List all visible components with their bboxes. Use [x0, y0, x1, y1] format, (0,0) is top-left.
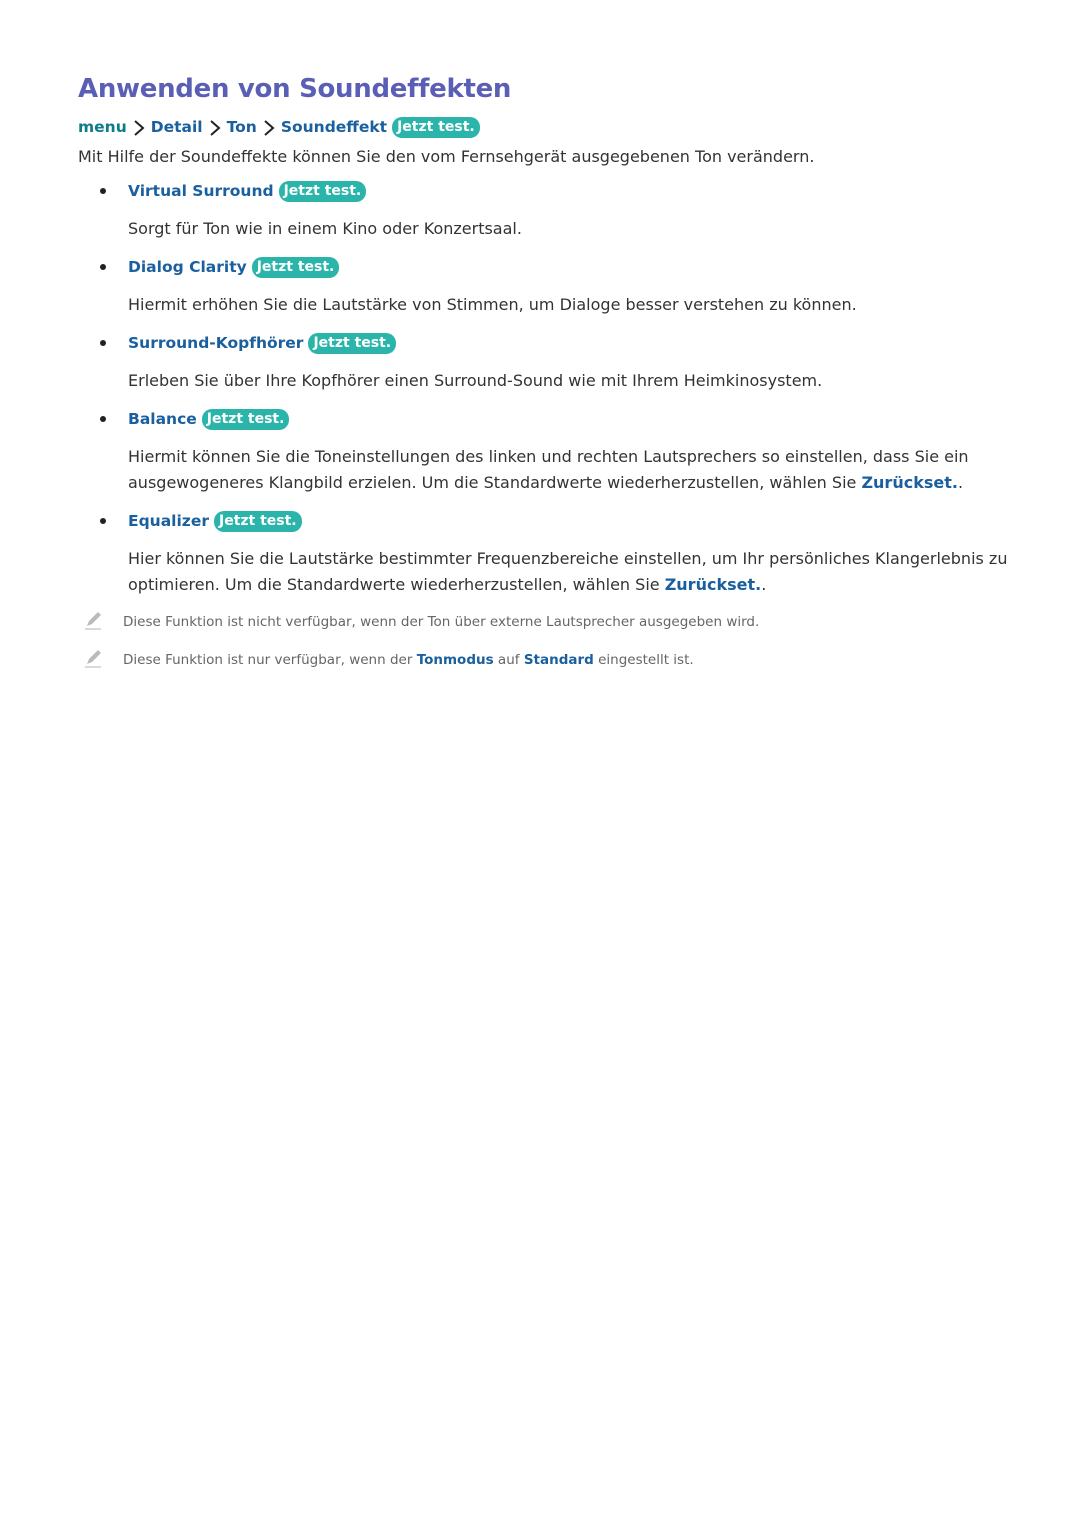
standard-link[interactable]: Standard — [524, 652, 594, 668]
note-text: Diese Funktion ist nicht verfügbar, wenn… — [123, 614, 760, 630]
chevron-right-icon — [133, 119, 145, 136]
list-item: Surround-Kopfhörer Jetzt test. Erleben Si… — [78, 332, 1008, 394]
try-now-button[interactable]: Jetzt test. — [308, 332, 397, 354]
item-title[interactable]: Balance — [128, 408, 197, 430]
try-now-button[interactable]: Jetzt test. — [251, 256, 340, 278]
note: Diese Funktion ist nicht verfügbar, wenn… — [78, 612, 1008, 632]
bullet-icon — [100, 188, 106, 194]
tonmodus-link[interactable]: Tonmodus — [417, 652, 494, 668]
note-text: Diese Funktion ist nur verfügbar, wenn d… — [123, 652, 417, 668]
breadcrumb-menu[interactable]: menu — [78, 116, 127, 138]
try-now-button[interactable]: Jetzt test. — [213, 510, 302, 532]
bullet-icon — [100, 518, 106, 524]
list-item: Balance Jetzt test. Hiermit können Sie di… — [78, 408, 1008, 496]
breadcrumb-detail[interactable]: Detail — [151, 116, 203, 138]
item-description: Erleben Sie über Ihre Kopfhörer einen Su… — [128, 371, 823, 390]
item-description: Sorgt für Ton wie in einem Kino oder Kon… — [128, 219, 522, 238]
item-description: Hiermit erhöhen Sie die Lautstärke von S… — [128, 295, 857, 314]
list-item: Dialog Clarity Jetzt test. Hiermit erhöhe… — [78, 256, 1008, 318]
description-tail: . — [957, 473, 964, 492]
page-title: Anwenden von Soundeffekten — [78, 74, 512, 104]
list-item: Equalizer Jetzt test. Hier können Sie die… — [78, 510, 1008, 598]
bullet-icon — [100, 264, 106, 270]
reset-link[interactable]: Zurückset. — [665, 575, 762, 594]
reset-link[interactable]: Zurückset. — [861, 473, 958, 492]
breadcrumb-soundeffekt[interactable]: Soundeffekt — [281, 116, 387, 138]
pencil-icon — [84, 610, 102, 636]
document-page: Anwenden von Soundeffekten menu Detail T… — [78, 70, 1008, 688]
item-title[interactable]: Virtual Surround — [128, 180, 274, 202]
chevron-right-icon — [209, 119, 221, 136]
item-title[interactable]: Equalizer — [128, 510, 209, 532]
note-text: auf — [493, 652, 524, 668]
feature-list: Virtual Surround Jetzt test. Sorgt für To… — [78, 180, 1008, 598]
note-text: eingestellt ist. — [593, 652, 694, 668]
list-item: Virtual Surround Jetzt test. Sorgt für To… — [78, 180, 1008, 242]
try-now-button[interactable]: Jetzt test. — [278, 180, 367, 202]
intro-text: Mit Hilfe der Soundeffekte können Sie de… — [78, 147, 815, 166]
item-title[interactable]: Surround-Kopfhörer — [128, 332, 303, 354]
note: Diese Funktion ist nur verfügbar, wenn d… — [78, 650, 1008, 670]
item-description: Hier können Sie die Lautstärke bestimmte… — [128, 546, 1008, 598]
try-now-button[interactable]: Jetzt test. — [201, 408, 290, 430]
item-title[interactable]: Dialog Clarity — [128, 256, 247, 278]
description-text: Hiermit können Sie die Toneinstellungen … — [128, 447, 969, 492]
breadcrumb: menu Detail Ton Soundeffekt Jetzt test. — [78, 116, 1008, 138]
bullet-icon — [100, 416, 106, 422]
chevron-right-icon — [263, 119, 275, 136]
bullet-icon — [100, 340, 106, 346]
description-text: Hier können Sie die Lautstärke bestimmte… — [128, 549, 1008, 594]
breadcrumb-ton[interactable]: Ton — [227, 116, 257, 138]
notes: Diese Funktion ist nicht verfügbar, wenn… — [78, 612, 1008, 670]
item-description: Hiermit können Sie die Toneinstellungen … — [128, 444, 1008, 496]
description-tail: . — [761, 575, 767, 594]
try-now-button[interactable]: Jetzt test. — [392, 116, 480, 138]
pencil-icon — [84, 648, 102, 674]
